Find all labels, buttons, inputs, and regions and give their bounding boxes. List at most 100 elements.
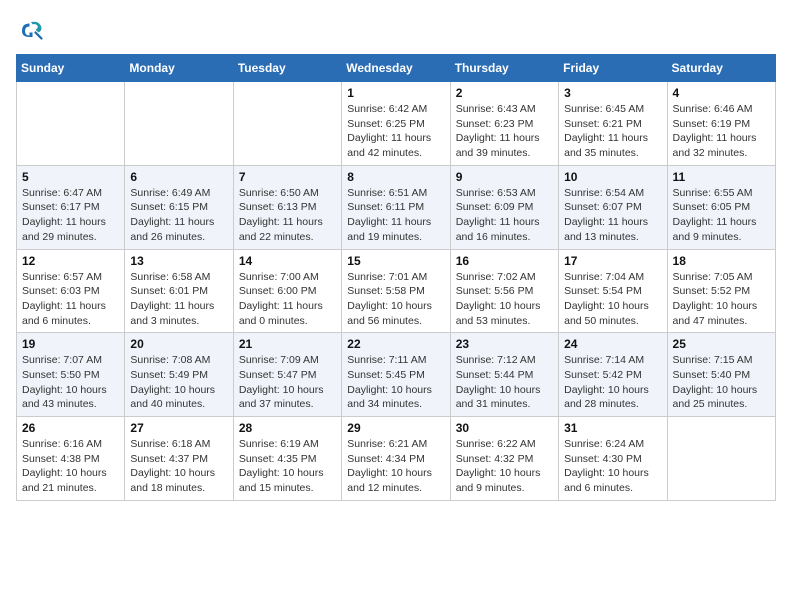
calendar-cell: 7Sunrise: 6:50 AM Sunset: 6:13 PM Daylig… — [233, 165, 341, 249]
day-info: Sunrise: 6:45 AM Sunset: 6:21 PM Dayligh… — [564, 102, 661, 161]
day-number: 14 — [239, 254, 336, 268]
day-info: Sunrise: 6:21 AM Sunset: 4:34 PM Dayligh… — [347, 437, 444, 496]
calendar-cell: 2Sunrise: 6:43 AM Sunset: 6:23 PM Daylig… — [450, 82, 558, 166]
day-number: 28 — [239, 421, 336, 435]
calendar-cell: 18 Sunrise: 7:05 AM Sunset: 5:52 PM Dayli… — [667, 249, 775, 333]
calendar-table: SundayMondayTuesdayWednesdayThursdayFrid… — [16, 54, 776, 501]
day-info: Sunrise: 6:22 AM Sunset: 4:32 PM Dayligh… — [456, 437, 553, 496]
logo — [16, 16, 50, 46]
day-info: Sunrise: 7:09 AM Sunset: 5:47 PM Dayligh… — [239, 353, 336, 412]
day-info: Sunrise: 6:47 AM Sunset: 6:17 PM Dayligh… — [22, 186, 119, 245]
day-header-friday: Friday — [559, 55, 667, 82]
day-number: 10 — [564, 170, 661, 184]
day-number: 18 — [673, 254, 770, 268]
day-info: Sunrise: 6:42 AM Sunset: 6:25 PM Dayligh… — [347, 102, 444, 161]
day-info: Sunrise: 7:02 AM Sunset: 5:56 PM Dayligh… — [456, 270, 553, 329]
day-info: Sunrise: 6:55 AM Sunset: 6:05 PM Dayligh… — [673, 186, 770, 245]
calendar-cell: 14Sunrise: 7:00 AM Sunset: 6:00 PM Dayli… — [233, 249, 341, 333]
calendar-cell: 22 Sunrise: 7:11 AM Sunset: 5:45 PM Dayli… — [342, 333, 450, 417]
week-row-4: 19 Sunrise: 7:07 AM Sunset: 5:50 PM Dayli… — [17, 333, 776, 417]
day-info: Sunrise: 7:01 AM Sunset: 5:58 PM Dayligh… — [347, 270, 444, 329]
day-number: 21 — [239, 337, 336, 351]
day-number: 29 — [347, 421, 444, 435]
day-header-sunday: Sunday — [17, 55, 125, 82]
day-number: 15 — [347, 254, 444, 268]
day-number: 9 — [456, 170, 553, 184]
day-info: Sunrise: 6:16 AM Sunset: 4:38 PM Dayligh… — [22, 437, 119, 496]
calendar-cell: 24Sunrise: 7:14 AM Sunset: 5:42 PM Dayli… — [559, 333, 667, 417]
calendar-cell: 6 Sunrise: 6:49 AM Sunset: 6:15 PM Daylig… — [125, 165, 233, 249]
calendar-cell: 26 Sunrise: 6:16 AM Sunset: 4:38 PM Dayli… — [17, 417, 125, 501]
day-header-thursday: Thursday — [450, 55, 558, 82]
day-number: 30 — [456, 421, 553, 435]
day-header-wednesday: Wednesday — [342, 55, 450, 82]
day-number: 4 — [673, 86, 770, 100]
calendar-cell: 11 Sunrise: 6:55 AM Sunset: 6:05 PM Dayli… — [667, 165, 775, 249]
calendar-cell: 19 Sunrise: 7:07 AM Sunset: 5:50 PM Dayli… — [17, 333, 125, 417]
day-header-saturday: Saturday — [667, 55, 775, 82]
calendar-cell: 3 Sunrise: 6:45 AM Sunset: 6:21 PM Daylig… — [559, 82, 667, 166]
day-header-monday: Monday — [125, 55, 233, 82]
calendar-cell: 8 Sunrise: 6:51 AM Sunset: 6:11 PM Daylig… — [342, 165, 450, 249]
day-number: 1 — [347, 86, 444, 100]
calendar-cell: 10 Sunrise: 6:54 AM Sunset: 6:07 PM Dayli… — [559, 165, 667, 249]
day-info: Sunrise: 6:49 AM Sunset: 6:15 PM Dayligh… — [130, 186, 227, 245]
day-info: Sunrise: 6:58 AM Sunset: 6:01 PM Dayligh… — [130, 270, 227, 329]
day-number: 8 — [347, 170, 444, 184]
day-number: 19 — [22, 337, 119, 351]
day-info: Sunrise: 7:07 AM Sunset: 5:50 PM Dayligh… — [22, 353, 119, 412]
day-number: 22 — [347, 337, 444, 351]
calendar-cell — [125, 82, 233, 166]
day-info: Sunrise: 6:57 AM Sunset: 6:03 PM Dayligh… — [22, 270, 119, 329]
day-number: 12 — [22, 254, 119, 268]
calendar-cell: 21 Sunrise: 7:09 AM Sunset: 5:47 PM Dayli… — [233, 333, 341, 417]
day-number: 25 — [673, 337, 770, 351]
day-number: 31 — [564, 421, 661, 435]
day-number: 24 — [564, 337, 661, 351]
day-number: 27 — [130, 421, 227, 435]
calendar-cell: 29 Sunrise: 6:21 AM Sunset: 4:34 PM Dayli… — [342, 417, 450, 501]
day-info: Sunrise: 6:53 AM Sunset: 6:09 PM Dayligh… — [456, 186, 553, 245]
calendar-cell: 13Sunrise: 6:58 AM Sunset: 6:01 PM Dayli… — [125, 249, 233, 333]
day-number: 26 — [22, 421, 119, 435]
day-number: 23 — [456, 337, 553, 351]
day-number: 20 — [130, 337, 227, 351]
day-info: Sunrise: 7:04 AM Sunset: 5:54 PM Dayligh… — [564, 270, 661, 329]
day-number: 11 — [673, 170, 770, 184]
day-number: 17 — [564, 254, 661, 268]
page-header — [16, 16, 776, 46]
calendar-cell — [17, 82, 125, 166]
day-info: Sunrise: 7:08 AM Sunset: 5:49 PM Dayligh… — [130, 353, 227, 412]
day-number: 7 — [239, 170, 336, 184]
day-info: Sunrise: 6:54 AM Sunset: 6:07 PM Dayligh… — [564, 186, 661, 245]
logo-icon — [16, 16, 46, 46]
week-row-1: 1 Sunrise: 6:42 AM Sunset: 6:25 PM Daylig… — [17, 82, 776, 166]
week-row-5: 26 Sunrise: 6:16 AM Sunset: 4:38 PM Dayli… — [17, 417, 776, 501]
calendar-cell: 5 Sunrise: 6:47 AM Sunset: 6:17 PM Daylig… — [17, 165, 125, 249]
calendar-cell: 27 Sunrise: 6:18 AM Sunset: 4:37 PM Dayli… — [125, 417, 233, 501]
week-row-3: 12 Sunrise: 6:57 AM Sunset: 6:03 PM Dayli… — [17, 249, 776, 333]
calendar-cell: 30 Sunrise: 6:22 AM Sunset: 4:32 PM Dayli… — [450, 417, 558, 501]
day-info: Sunrise: 7:05 AM Sunset: 5:52 PM Dayligh… — [673, 270, 770, 329]
day-info: Sunrise: 6:51 AM Sunset: 6:11 PM Dayligh… — [347, 186, 444, 245]
calendar-cell: 12 Sunrise: 6:57 AM Sunset: 6:03 PM Dayli… — [17, 249, 125, 333]
calendar-cell: 1 Sunrise: 6:42 AM Sunset: 6:25 PM Daylig… — [342, 82, 450, 166]
calendar-cell: 31 Sunrise: 6:24 AM Sunset: 4:30 PM Dayli… — [559, 417, 667, 501]
calendar-cell: 9 Sunrise: 6:53 AM Sunset: 6:09 PM Daylig… — [450, 165, 558, 249]
day-number: 6 — [130, 170, 227, 184]
day-info: Sunrise: 6:46 AM Sunset: 6:19 PM Dayligh… — [673, 102, 770, 161]
calendar-cell: 17 Sunrise: 7:04 AM Sunset: 5:54 PM Dayli… — [559, 249, 667, 333]
day-info: Sunrise: 6:43 AM Sunset: 6:23 PM Dayligh… — [456, 102, 553, 161]
day-number: 16 — [456, 254, 553, 268]
day-info: Sunrise: 6:24 AM Sunset: 4:30 PM Dayligh… — [564, 437, 661, 496]
calendar-cell: 16 Sunrise: 7:02 AM Sunset: 5:56 PM Dayli… — [450, 249, 558, 333]
day-info: Sunrise: 6:18 AM Sunset: 4:37 PM Dayligh… — [130, 437, 227, 496]
week-row-2: 5 Sunrise: 6:47 AM Sunset: 6:17 PM Daylig… — [17, 165, 776, 249]
calendar-cell: 20 Sunrise: 7:08 AM Sunset: 5:49 PM Dayli… — [125, 333, 233, 417]
day-number: 5 — [22, 170, 119, 184]
day-number: 3 — [564, 86, 661, 100]
day-info: Sunrise: 7:11 AM Sunset: 5:45 PM Dayligh… — [347, 353, 444, 412]
calendar-cell: 4 Sunrise: 6:46 AM Sunset: 6:19 PM Daylig… — [667, 82, 775, 166]
calendar-cell — [667, 417, 775, 501]
day-header-tuesday: Tuesday — [233, 55, 341, 82]
